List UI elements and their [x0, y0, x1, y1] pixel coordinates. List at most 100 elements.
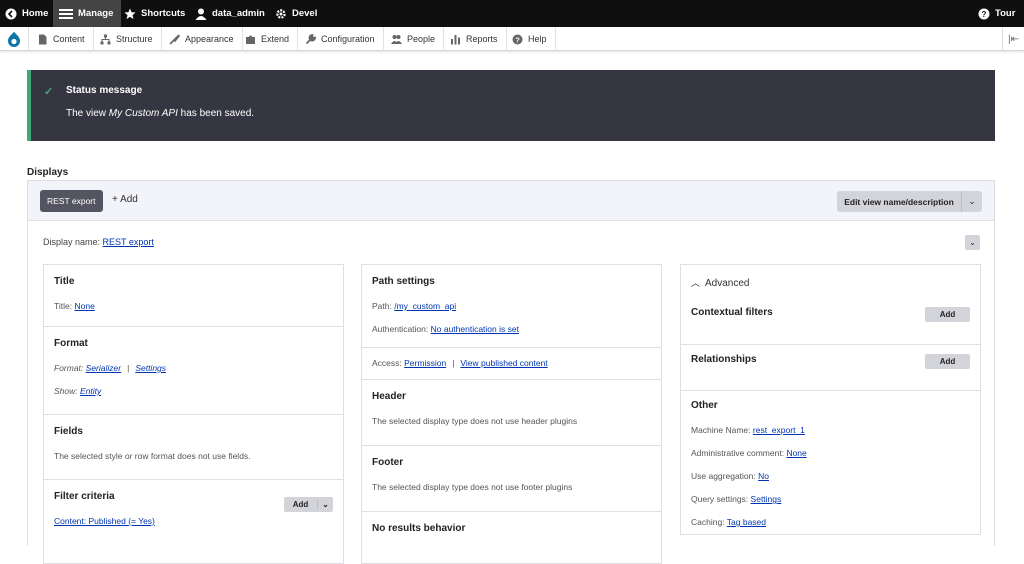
access-permission-link[interactable]: Permission	[404, 358, 446, 368]
section-title: Title Title: None	[44, 265, 343, 327]
chevron-down-icon[interactable]: ⌄	[962, 191, 982, 212]
access-row: Access: Permission | View published conten…	[372, 358, 651, 368]
toolbar-tour[interactable]: ? Tour	[978, 0, 1015, 27]
filter-add-button[interactable]: Add	[284, 500, 318, 509]
svg-text:?: ?	[515, 35, 520, 44]
edit-view-name-button[interactable]: Edit view name/description	[837, 191, 962, 212]
toolbar-manage[interactable]: Manage	[53, 0, 122, 27]
wrench-icon	[305, 33, 316, 44]
format-serializer-link[interactable]: Serializer	[86, 363, 121, 373]
advanced-label: Advanced	[705, 278, 750, 289]
path-heading: Path settings	[372, 276, 435, 287]
machine-name-label: Machine Name:	[691, 425, 751, 435]
toolbar-user[interactable]: data_admin	[195, 0, 265, 27]
add-display-button[interactable]: + Add	[112, 194, 138, 205]
footer-heading: Footer	[372, 457, 404, 468]
format-settings-link[interactable]: Settings	[135, 363, 166, 373]
display-name-link[interactable]: REST export	[103, 237, 154, 247]
separator: |	[127, 363, 130, 373]
filter-add-dropbutton: Add ⌄	[284, 497, 333, 512]
menu-help-label: Help	[528, 34, 547, 44]
menu-reports[interactable]: Reports	[443, 27, 507, 51]
displays-bar: REST export + Add Edit view name/descrip…	[27, 180, 995, 221]
menu-structure-label: Structure	[116, 34, 153, 44]
fields-heading: Fields	[54, 426, 83, 437]
status-view-name: My Custom API	[108, 108, 178, 119]
drupal-icon	[8, 31, 20, 47]
other-heading: Other	[691, 400, 718, 411]
display-dropdown-toggle[interactable]: ⌄	[965, 235, 980, 250]
orientation-icon: |⇤	[1008, 33, 1019, 45]
access-value-link[interactable]: View published content	[460, 358, 547, 368]
caching-link[interactable]: Tag based	[727, 517, 766, 527]
toolbar-shortcuts[interactable]: Shortcuts	[124, 0, 185, 27]
machine-name-row: Machine Name: rest_export_1	[691, 425, 970, 435]
toolbar-tour-label: Tour	[995, 8, 1016, 19]
status-message: ✓ Status message The view My Custom API …	[27, 70, 995, 141]
display-tab-rest-export[interactable]: REST export	[40, 190, 103, 212]
drupal-logo[interactable]	[0, 27, 29, 51]
title-link[interactable]: None	[74, 301, 94, 311]
menu-appearance[interactable]: Appearance	[162, 27, 243, 51]
toolbar-home[interactable]: Home	[5, 0, 48, 27]
menu-extend[interactable]: Extend	[238, 27, 299, 51]
menu-configuration[interactable]: Configuration	[298, 27, 384, 51]
format-settings-text: Settings	[135, 363, 167, 373]
query-settings-label: Query settings:	[691, 494, 749, 504]
svg-text:?: ?	[982, 10, 987, 19]
menu-content[interactable]: Content	[30, 27, 94, 51]
displays-heading: Displays	[27, 167, 69, 178]
help-icon: ?	[512, 34, 523, 44]
filter-published-link[interactable]: Content: Published (= Yes)	[54, 516, 155, 526]
filter-item: Content: Published (= Yes)	[54, 516, 333, 526]
menu-content-label: Content	[53, 34, 85, 44]
checkmark-icon: ✓	[44, 86, 54, 98]
admin-comment-label: Administrative comment:	[691, 448, 785, 458]
structure-icon	[100, 34, 111, 44]
path-row: Path: /my_custom_api	[372, 301, 651, 311]
menu-people[interactable]: People	[384, 27, 445, 51]
relationships-add-button[interactable]: Add	[925, 354, 970, 369]
user-icon	[195, 8, 207, 20]
toolbar-manage-label: Manage	[78, 8, 114, 19]
puzzle-icon	[246, 35, 255, 44]
auth-label: Authentication:	[372, 324, 429, 334]
format-heading: Format	[54, 338, 88, 349]
brush-icon	[169, 33, 180, 45]
title-heading: Title	[54, 276, 75, 287]
query-settings-link[interactable]: Settings	[751, 494, 782, 504]
section-header: Header The selected display type does no…	[362, 380, 661, 446]
contextual-add-button[interactable]: Add	[925, 307, 970, 322]
gear-icon	[276, 8, 286, 19]
toolbar-home-label: Home	[22, 8, 49, 19]
auth-link[interactable]: No authentication is set	[431, 324, 519, 334]
bar-chart-icon	[451, 34, 460, 44]
section-other: Other Machine Name: rest_export_1 Admini…	[681, 391, 980, 527]
aggregation-link[interactable]: No	[758, 471, 769, 481]
menu-structure[interactable]: Structure	[93, 27, 162, 51]
status-text-before: The view	[66, 108, 109, 119]
help-icon: ?	[978, 8, 990, 19]
toolbar-orientation-toggle[interactable]: |⇤	[1002, 27, 1024, 51]
chevron-down-icon[interactable]: ⌄	[318, 500, 333, 509]
toolbar-devel[interactable]: Devel	[275, 0, 317, 27]
footer-text: The selected display type does not use f…	[372, 482, 573, 492]
back-arrow-icon	[5, 8, 17, 19]
caching-row: Caching: Tag based	[691, 517, 970, 527]
aggregation-row: Use aggregation: No	[691, 471, 970, 481]
chevron-up-icon: ︿	[691, 278, 701, 288]
format-serializer-text: Serializer	[85, 363, 122, 373]
admin-comment-link[interactable]: None	[786, 448, 806, 458]
path-link[interactable]: /my_custom_api	[394, 301, 456, 311]
display-name-label: Display name:	[43, 237, 101, 247]
header-text: The selected display type does not use h…	[372, 416, 578, 426]
menu-icon	[59, 8, 73, 19]
section-access: Access: Permission | View published conten…	[362, 348, 661, 380]
people-icon	[391, 34, 402, 44]
admin-toolbar: Home Manage Shortcuts data_admin Devel ?…	[0, 0, 1024, 27]
menu-appearance-label: Appearance	[185, 34, 234, 44]
machine-name-link[interactable]: rest_export_1	[753, 425, 805, 435]
show-entity-link[interactable]: Entity	[80, 386, 101, 396]
menu-help[interactable]: ? Help	[505, 27, 556, 51]
advanced-toggle[interactable]: ︿ Advanced	[681, 265, 980, 298]
